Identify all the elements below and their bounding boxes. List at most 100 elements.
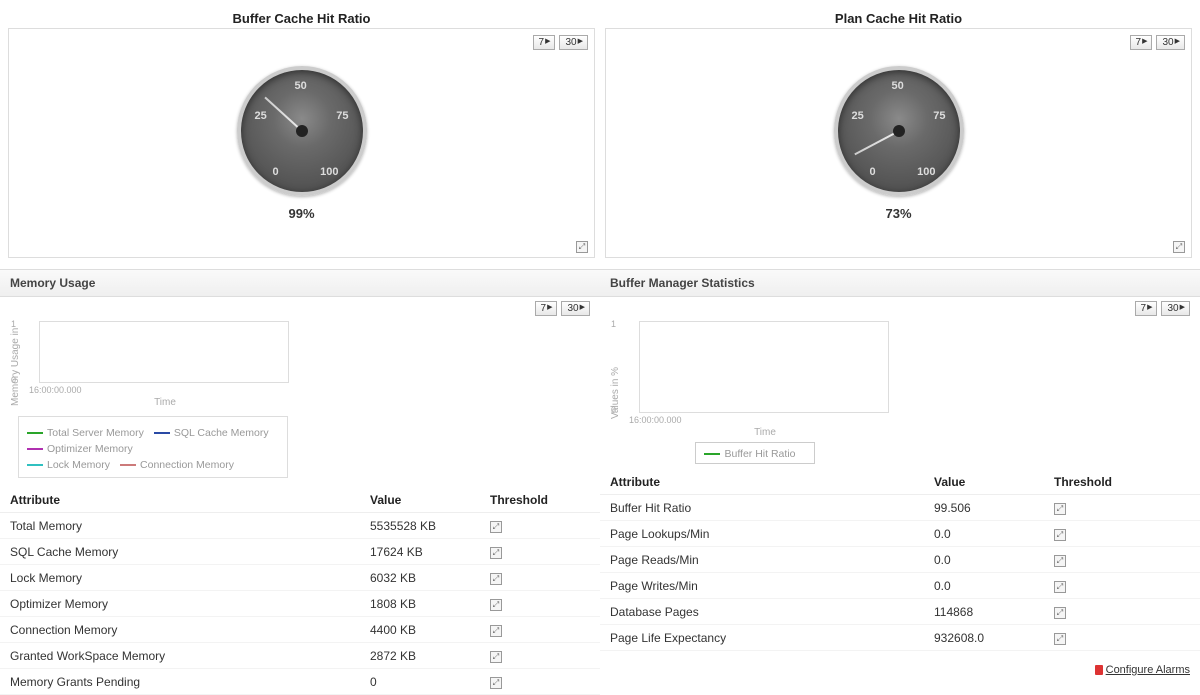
threshold-edit-icon[interactable]: ⤢ [490,625,502,637]
threshold-cell: ⤢ [1044,521,1200,547]
threshold-cell: ⤢ [480,513,600,539]
value-cell: 932608.0 [924,625,1044,651]
threshold-cell: ⤢ [480,565,600,591]
table-row: Page Lookups/Min0.0⤢ [600,521,1200,547]
gauge-tick-25: 25 [852,110,864,122]
gauge-value-label: 99% [288,206,314,221]
xaxis-start: 16:00:00.000 [29,383,289,395]
threshold-cell: ⤢ [1044,573,1200,599]
time-7-button[interactable]: 7▶ [1135,301,1158,316]
legend-label: Buffer Hit Ratio [724,448,795,460]
gauge-tick-100: 100 [320,166,338,178]
time-30-button[interactable]: 30▶ [1156,35,1185,50]
table-row: Page Reads/Min0.0⤢ [600,547,1200,573]
threshold-edit-icon[interactable]: ⤢ [1054,529,1066,541]
expand-icon[interactable]: ⤢ [576,241,588,253]
threshold-edit-icon[interactable]: ⤢ [490,677,502,689]
threshold-edit-icon[interactable]: ⤢ [490,651,502,663]
gauge-tick-50: 50 [892,80,904,92]
legend-label: SQL Cache Memory [174,427,269,439]
threshold-cell: ⤢ [480,591,600,617]
legend-swatch [120,464,136,466]
col-attribute: Attribute [0,488,360,513]
threshold-edit-icon[interactable]: ⤢ [490,521,502,533]
gauge-buffer-cache: 50 25 75 0 100 [237,66,367,196]
threshold-edit-icon[interactable]: ⤢ [1054,503,1066,515]
xaxis-start: 16:00:00.000 [629,413,889,425]
threshold-cell: ⤢ [480,669,600,695]
legend-swatch [27,432,43,434]
gauge-plan-cache: 50 25 75 0 100 [834,66,964,196]
threshold-edit-icon[interactable]: ⤢ [1054,633,1066,645]
threshold-edit-icon[interactable]: ⤢ [490,547,502,559]
threshold-edit-icon[interactable]: ⤢ [490,599,502,611]
attr-cell: Optimizer Memory [0,591,360,617]
ytick: 0 [11,375,16,385]
threshold-edit-icon[interactable]: ⤢ [1054,581,1066,593]
xaxis-label: Time [621,427,889,438]
time-7-button[interactable]: 7▶ [1130,35,1153,50]
value-cell: 1808 KB [360,591,480,617]
threshold-cell: ⤢ [480,539,600,565]
legend-item: SQL Cache Memory [154,427,269,439]
value-cell: 17624 KB [360,539,480,565]
threshold-edit-icon[interactable]: ⤢ [490,573,502,585]
threshold-cell: ⤢ [1044,547,1200,573]
col-threshold: Threshold [1044,470,1200,495]
time-30-button[interactable]: 30▶ [1161,301,1190,316]
threshold-edit-icon[interactable]: ⤢ [1054,555,1066,567]
time-7-button[interactable]: 7▶ [533,35,556,50]
gauge-panel-plan-cache: 7▶ 30▶ 50 25 75 0 100 73% ⤢ [605,28,1192,258]
table-row: Lock Memory6032 KB⤢ [0,565,600,591]
gauge-tick-25: 25 [255,110,267,122]
gauge-tick-75: 75 [933,110,945,122]
value-cell: 2872 KB [360,643,480,669]
legend-swatch [704,453,720,455]
attr-cell: SQL Cache Memory [0,539,360,565]
expand-icon[interactable]: ⤢ [1173,241,1185,253]
section-header-buffer-stats: Buffer Manager Statistics [600,269,1200,297]
panel-title-buffer-cache: Buffer Cache Hit Ratio [8,5,595,28]
table-row: Granted WorkSpace Memory2872 KB⤢ [0,643,600,669]
time-7-button[interactable]: 7▶ [535,301,558,316]
value-cell: 114868 [924,599,1044,625]
table-row: SQL Cache Memory17624 KB ⤢ [0,539,600,565]
buffer-stats-plot [639,321,889,413]
threshold-edit-icon[interactable]: ⤢ [1054,607,1066,619]
attr-cell: Database Pages [600,599,924,625]
value-cell: 99.506 [924,495,1044,521]
ytick: 0 [611,405,616,415]
buffer-stats-table: Attribute Value Threshold Buffer Hit Rat… [600,470,1200,651]
section-header-memory-usage: Memory Usage [0,269,600,297]
legend-item: Connection Memory [120,459,234,471]
legend-item: Lock Memory [27,459,110,471]
value-cell: 4400 KB [360,617,480,643]
table-row: Page Writes/Min0.0⤢ [600,573,1200,599]
table-row: Connection Memory4400 KB ⤢ [0,617,600,643]
attr-cell: Connection Memory [0,617,360,643]
time-30-button[interactable]: 30▶ [559,35,588,50]
gauge-tick-0: 0 [870,166,876,178]
configure-alarms-link[interactable]: Configure Alarms [1095,664,1190,676]
legend-item: Optimizer Memory [27,443,133,455]
memory-usage-table: Attribute Value Threshold Total Memory55… [0,488,600,695]
col-value: Value [924,470,1044,495]
threshold-cell: ⤢ [480,643,600,669]
legend-label: Lock Memory [47,459,110,471]
value-cell: 6032 KB [360,565,480,591]
buffer-stats-legend: Buffer Hit Ratio [695,442,814,464]
memory-usage-plot [39,321,289,383]
threshold-cell: ⤢ [1044,599,1200,625]
legend-label: Optimizer Memory [47,443,133,455]
attr-cell: Page Writes/Min [600,573,924,599]
xaxis-label: Time [21,397,289,408]
time-30-button[interactable]: 30▶ [561,301,590,316]
table-row: Buffer Hit Ratio99.506⤢ [600,495,1200,521]
table-row: Database Pages114868 ⤢ [600,599,1200,625]
value-cell: 5535528 KB [360,513,480,539]
table-row: Total Memory5535528 KB ⤢ [0,513,600,539]
legend-label: Connection Memory [140,459,234,471]
attr-cell: Total Memory [0,513,360,539]
legend-label: Total Server Memory [47,427,144,439]
yaxis-label: Values in % [610,321,621,464]
